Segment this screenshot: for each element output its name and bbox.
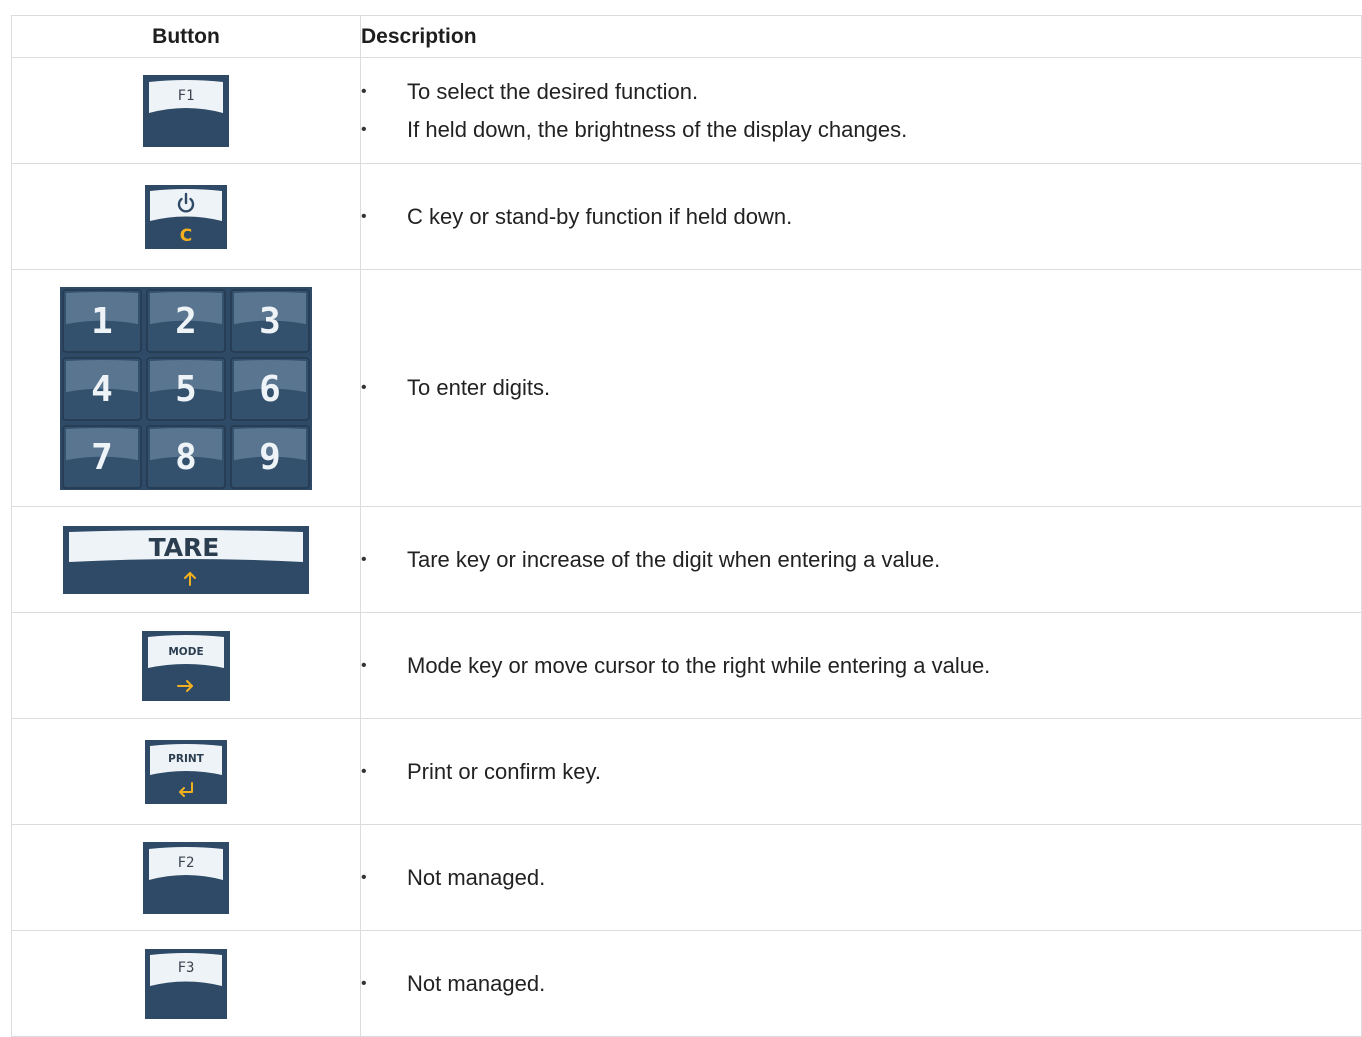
- table-row: F1 To select the desired function. If he…: [11, 57, 1362, 164]
- tare-key-label: TARE: [149, 533, 220, 562]
- description-cell: Not managed.: [360, 824, 1362, 931]
- digit-key-label: 1: [91, 301, 113, 342]
- tare-key: TARE: [63, 525, 309, 594]
- f1-key: F1: [143, 74, 229, 147]
- digit-key-label: 6: [259, 369, 281, 410]
- print-key: PRINT: [145, 739, 227, 804]
- list-item: Not managed.: [361, 859, 1361, 897]
- list-item: To select the desired function.: [361, 73, 1361, 111]
- description-cell: Tare key or increase of the digit when e…: [360, 506, 1362, 613]
- description-cell: Mode key or move cursor to the right whi…: [360, 612, 1362, 719]
- list-item: To enter digits.: [361, 369, 1361, 407]
- digit-key: 8: [146, 424, 226, 489]
- mode-key: MODE: [142, 630, 230, 701]
- digit-key: 3: [230, 288, 310, 353]
- print-key-label: PRINT: [168, 753, 204, 765]
- description-cell: Not managed.: [360, 930, 1362, 1037]
- digit-key: 7: [62, 424, 142, 489]
- list-item: Mode key or move cursor to the right whi…: [361, 647, 1361, 685]
- description-list: Not managed.: [361, 965, 1361, 1003]
- description-cell: To enter digits.: [360, 269, 1362, 507]
- button-cell: PRINT: [11, 718, 361, 825]
- digit-key-label: 5: [175, 369, 197, 410]
- c-key-label: C: [180, 226, 192, 246]
- description-list: Mode key or move cursor to the right whi…: [361, 647, 1361, 685]
- list-item: Not managed.: [361, 965, 1361, 1003]
- button-cell: MODE: [11, 612, 361, 719]
- button-cell: F3: [11, 930, 361, 1037]
- digit-key: 6: [230, 356, 310, 421]
- table-row: MODE Mode key or move cursor to the righ…: [11, 612, 1362, 719]
- f3-key-label: F3: [178, 960, 195, 976]
- f3-key: F3: [145, 948, 227, 1019]
- c-key: C: [145, 184, 227, 249]
- digit-key-label: 9: [259, 437, 281, 478]
- button-cell: 1 2 3 4 5 6 7 8 9: [11, 269, 361, 507]
- list-item: Tare key or increase of the digit when e…: [361, 541, 1361, 579]
- button-cell: C: [11, 163, 361, 270]
- list-item: C key or stand-by function if held down.: [361, 198, 1361, 236]
- header-description: Description: [360, 15, 1362, 58]
- digit-key-label: 7: [91, 437, 113, 478]
- digit-key: 9: [230, 424, 310, 489]
- digit-key-label: 3: [259, 301, 281, 342]
- digit-key: 2: [146, 288, 226, 353]
- f2-key-label: F2: [178, 855, 195, 871]
- digit-key: 4: [62, 356, 142, 421]
- button-cell: F1: [11, 57, 361, 164]
- list-item: Print or confirm key.: [361, 753, 1361, 791]
- f1-key-label: F1: [178, 88, 195, 104]
- digit-key: 5: [146, 356, 226, 421]
- numeric-keypad: 1 2 3 4 5 6 7 8 9: [60, 286, 312, 490]
- button-cell: F2: [11, 824, 361, 931]
- table-row: C C key or stand-by function if held dow…: [11, 163, 1362, 270]
- description-cell: To select the desired function. If held …: [360, 57, 1362, 164]
- button-cell: TARE: [11, 506, 361, 613]
- mode-key-label: MODE: [168, 646, 203, 658]
- description-cell: Print or confirm key.: [360, 718, 1362, 825]
- description-list: Not managed.: [361, 859, 1361, 897]
- table-row: F3 Not managed.: [11, 930, 1362, 1037]
- table-row: F2 Not managed.: [11, 824, 1362, 931]
- digit-key-label: 4: [91, 369, 113, 410]
- table-header-row: Button Description: [11, 15, 1362, 58]
- header-button: Button: [11, 15, 361, 58]
- description-cell: C key or stand-by function if held down.: [360, 163, 1362, 270]
- digit-key-label: 2: [175, 301, 197, 342]
- list-item: If held down, the brightness of the disp…: [361, 111, 1361, 149]
- description-list: Tare key or increase of the digit when e…: [361, 541, 1361, 579]
- description-list: Print or confirm key.: [361, 753, 1361, 791]
- f2-key: F2: [143, 841, 229, 914]
- table-row: TARE Tare key or increase of the digit w…: [11, 506, 1362, 613]
- description-list: To enter digits.: [361, 369, 1361, 407]
- digit-key-label: 8: [175, 437, 197, 478]
- description-list: To select the desired function. If held …: [361, 73, 1361, 149]
- table-row: PRINT Print or confirm key.: [11, 718, 1362, 825]
- digit-key: 1: [62, 288, 142, 353]
- buttons-table: Button Description F1 To select the desi…: [11, 15, 1362, 1037]
- description-list: C key or stand-by function if held down.: [361, 198, 1361, 236]
- table-row: 1 2 3 4 5 6 7 8 9 To enter digits.: [11, 269, 1362, 507]
